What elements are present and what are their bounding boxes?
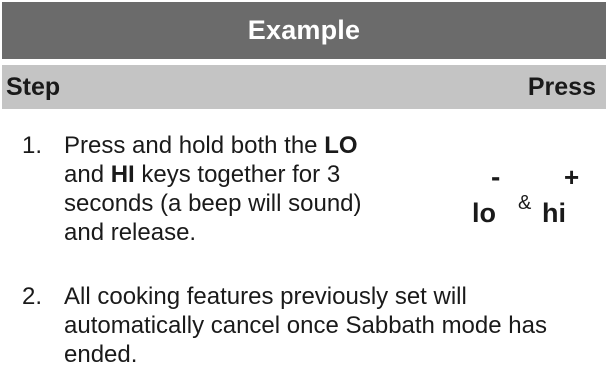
column-header-row: Step Press xyxy=(2,65,606,109)
step-text: Press and hold both the LO and HI keys t… xyxy=(64,131,362,247)
step-line: and release. xyxy=(64,219,197,246)
text-run: and xyxy=(64,161,111,188)
example-table: Example Step Press 1. Press and hold bot… xyxy=(0,0,610,374)
step-row-2: 2. All cooking features previously set w… xyxy=(22,282,608,372)
text-run: keys together for 3 xyxy=(134,161,341,188)
step-line: seconds (a beep will sound) xyxy=(64,190,362,217)
step-line: ended. xyxy=(64,341,138,368)
step-column-header: Step xyxy=(6,73,61,101)
hi-key: hi xyxy=(542,198,566,228)
title-bar: Example xyxy=(2,2,606,59)
step-number: 1. xyxy=(22,132,43,159)
hi-key-label: HI xyxy=(110,161,135,188)
step-line: automatically cancel once Sabbath mode h… xyxy=(64,312,547,339)
step-line: All cooking features previously set will xyxy=(64,283,467,310)
lo-hi-key-combo: - + lo & hi xyxy=(470,163,590,243)
minus-icon: - xyxy=(491,161,501,192)
step-line: Press and hold both the LO xyxy=(64,131,362,160)
step-row-1: 1. Press and hold both the LO and HI key… xyxy=(22,131,402,251)
plus-icon: + xyxy=(564,162,580,192)
step-text: All cooking features previously set will… xyxy=(64,282,547,369)
text-run: Press and hold both the xyxy=(64,132,325,159)
step-line: and HI keys together for 3 xyxy=(64,160,362,189)
press-column-header: Press xyxy=(527,73,596,101)
table-title: Example xyxy=(247,15,361,45)
step-number: 2. xyxy=(22,283,43,310)
lo-key: lo xyxy=(472,198,496,228)
ampersand: & xyxy=(518,192,532,214)
lo-key-label: LO xyxy=(324,132,358,159)
